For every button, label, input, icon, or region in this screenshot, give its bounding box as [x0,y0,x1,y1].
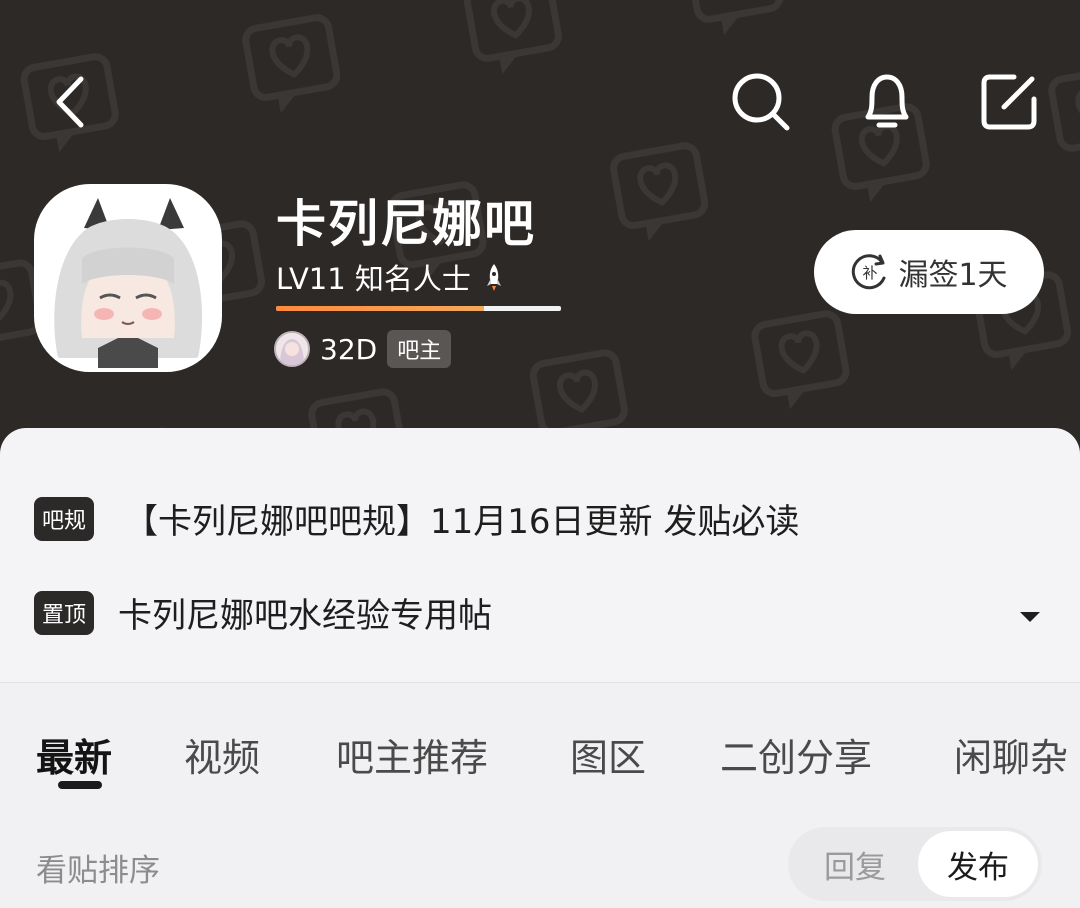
sort-by-publish[interactable]: 发布 [918,831,1038,897]
makeup-sign-icon: 补 [852,254,886,290]
share-icon [981,74,1037,130]
tab-bar: 最新 视频 吧主推荐 图区 二创分享 闲聊杂 看贴排序 回复 发布 [0,683,1080,908]
rocket-icon [483,262,505,292]
sort-by-reply[interactable]: 回复 [796,831,914,897]
level-text: LV11 知名人士 [276,262,471,296]
sort-label: 看贴排序 [36,853,160,889]
owner-name: 32D [320,332,378,366]
sign-in-label: 漏签1天 [898,258,1008,293]
rules-notice-text: 【卡列尼娜吧吧规】11月16日更新 发贴必读 [124,502,800,542]
tab-video[interactable]: 视频 [184,727,260,782]
owner-avatar [274,331,310,367]
forum-avatar[interactable] [34,184,222,372]
pinned-notice[interactable]: 置顶 卡列尼娜吧水经验专用帖 [34,588,492,637]
back-button[interactable] [40,66,100,138]
sign-icon-text: 补 [863,264,878,282]
content-panel: 吧规 【卡列尼娜吧吧规】11月16日更新 发贴必读 置顶 卡列尼娜吧水经验专用帖… [0,428,1080,908]
share-button[interactable] [974,66,1044,138]
forum-owner[interactable]: 32D 吧主 [274,330,452,368]
search-icon [732,73,790,131]
caret-down-icon [1020,612,1040,622]
rules-badge: 吧规 [34,496,95,541]
owner-badge: 吧主 [387,330,452,368]
forum-header: 卡列尼娜吧 LV11 知名人士 32D 吧主 补 漏签1天 [0,0,1080,460]
expand-notices-button[interactable] [1016,606,1044,626]
forum-name: 卡列尼娜吧 [276,195,536,253]
bell-icon [865,74,909,128]
rules-notice[interactable]: 吧规 【卡列尼娜吧吧规】11月16日更新 发贴必读 [34,494,799,543]
user-level: LV11 知名人士 [276,256,505,298]
notification-button[interactable] [852,66,922,138]
tab-chat[interactable]: 闲聊杂 [954,727,1068,782]
search-button[interactable] [726,66,796,138]
pinned-notice-text: 卡列尼娜吧水经验专用帖 [118,596,493,636]
sign-in-button[interactable]: 补 漏签1天 [814,230,1044,314]
sort-toggle: 回复 发布 [788,827,1042,901]
tab-images[interactable]: 图区 [570,727,646,782]
pinned-badge: 置顶 [34,590,95,635]
level-progress-fill [276,306,485,311]
tab-latest[interactable]: 最新 [36,727,112,782]
tab-fan-creations[interactable]: 二创分享 [720,727,872,782]
active-tab-indicator [58,781,102,789]
back-icon [56,76,84,128]
anime-girl-avatar-image [38,188,218,368]
tab-owner-recommend[interactable]: 吧主推荐 [336,727,488,782]
level-progress-bar [276,306,561,311]
